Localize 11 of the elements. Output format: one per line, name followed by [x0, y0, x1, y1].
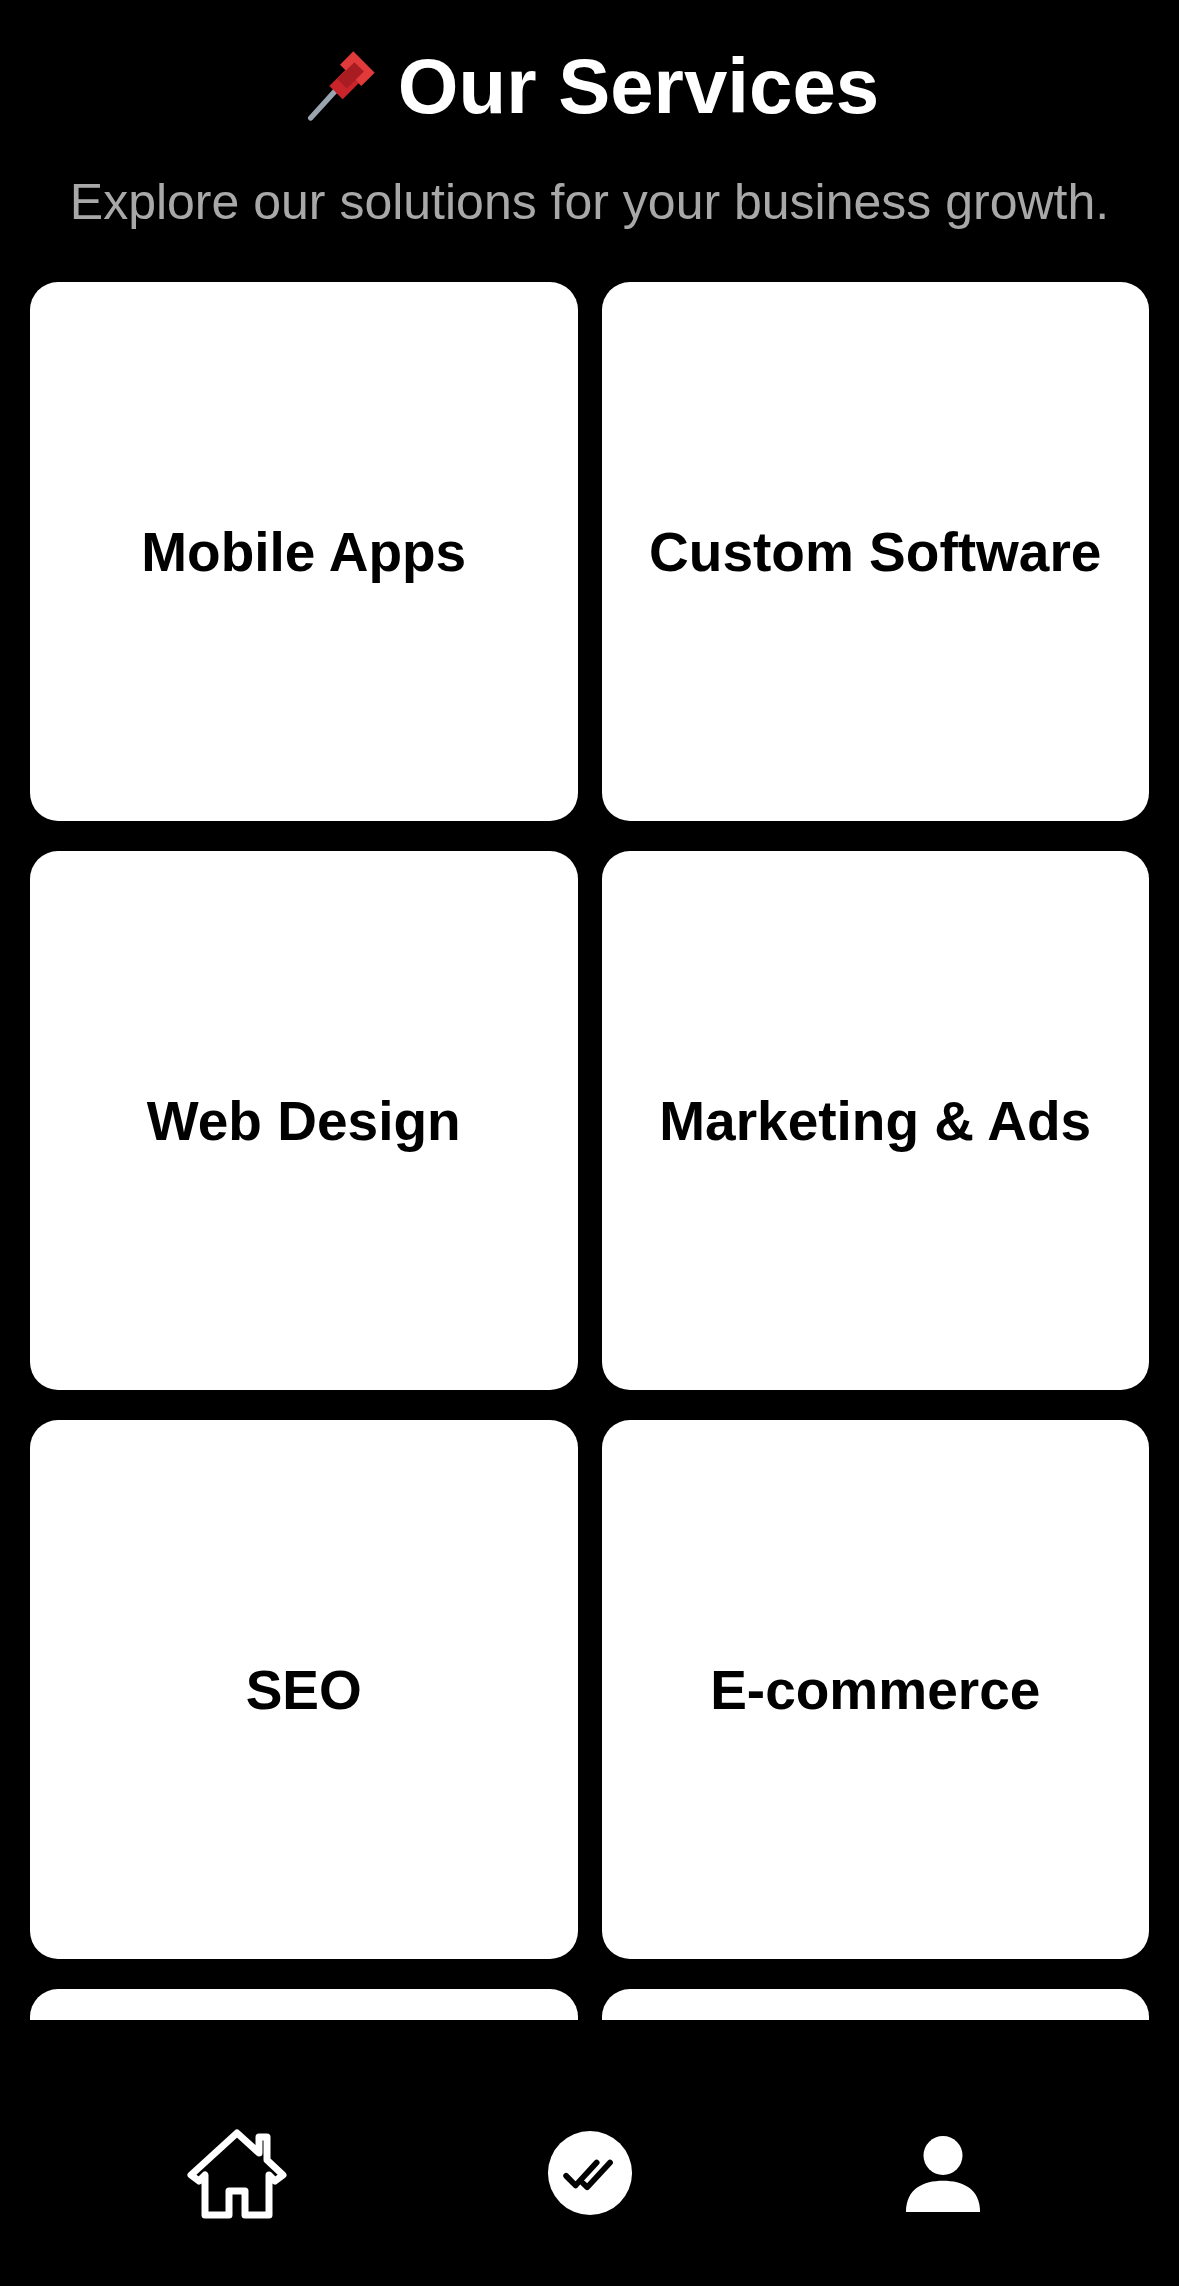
home-icon[interactable]	[186, 2127, 287, 2219]
service-card[interactable]: Web Design	[30, 851, 578, 1390]
service-card[interactable]: SEO	[30, 1420, 578, 1959]
double-check-icon[interactable]	[546, 2130, 633, 2216]
page-title: Our Services	[397, 47, 880, 125]
service-card[interactable]: Custom Software	[601, 282, 1149, 821]
service-card[interactable]: Mobile Apps	[30, 282, 578, 821]
page-subtitle: Explore our solutions for your business growth.	[68, 173, 1111, 232]
service-card[interactable]: Marketing & Ads	[601, 851, 1149, 1390]
service-card[interactable]: E-commerce	[601, 1420, 1149, 1959]
profile-icon[interactable]	[903, 2134, 982, 2212]
